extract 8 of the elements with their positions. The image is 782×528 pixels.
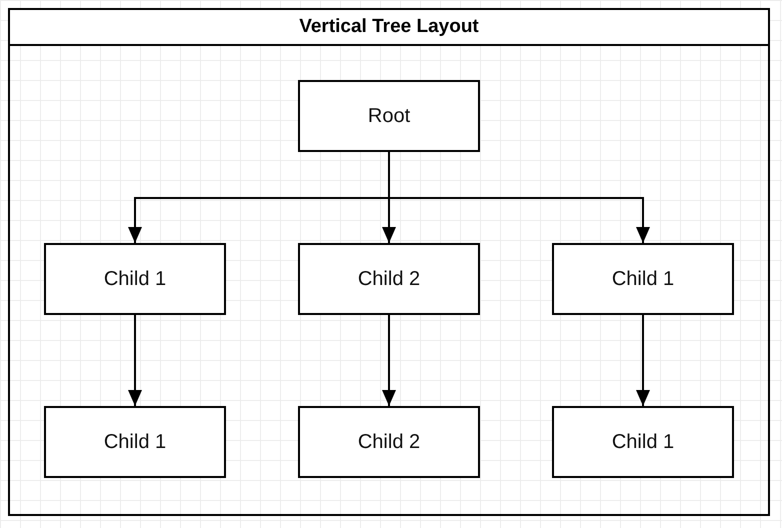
tree-node: Root: [298, 80, 480, 152]
tree-node: Child 1: [552, 406, 734, 478]
tree-node: Child 1: [44, 406, 226, 478]
tree-node: Child 1: [552, 243, 734, 315]
diagram-title: Vertical Tree Layout: [10, 10, 768, 46]
tree-node: Child 2: [298, 243, 480, 315]
tree-node: Child 2: [298, 406, 480, 478]
tree-node: Child 1: [44, 243, 226, 315]
